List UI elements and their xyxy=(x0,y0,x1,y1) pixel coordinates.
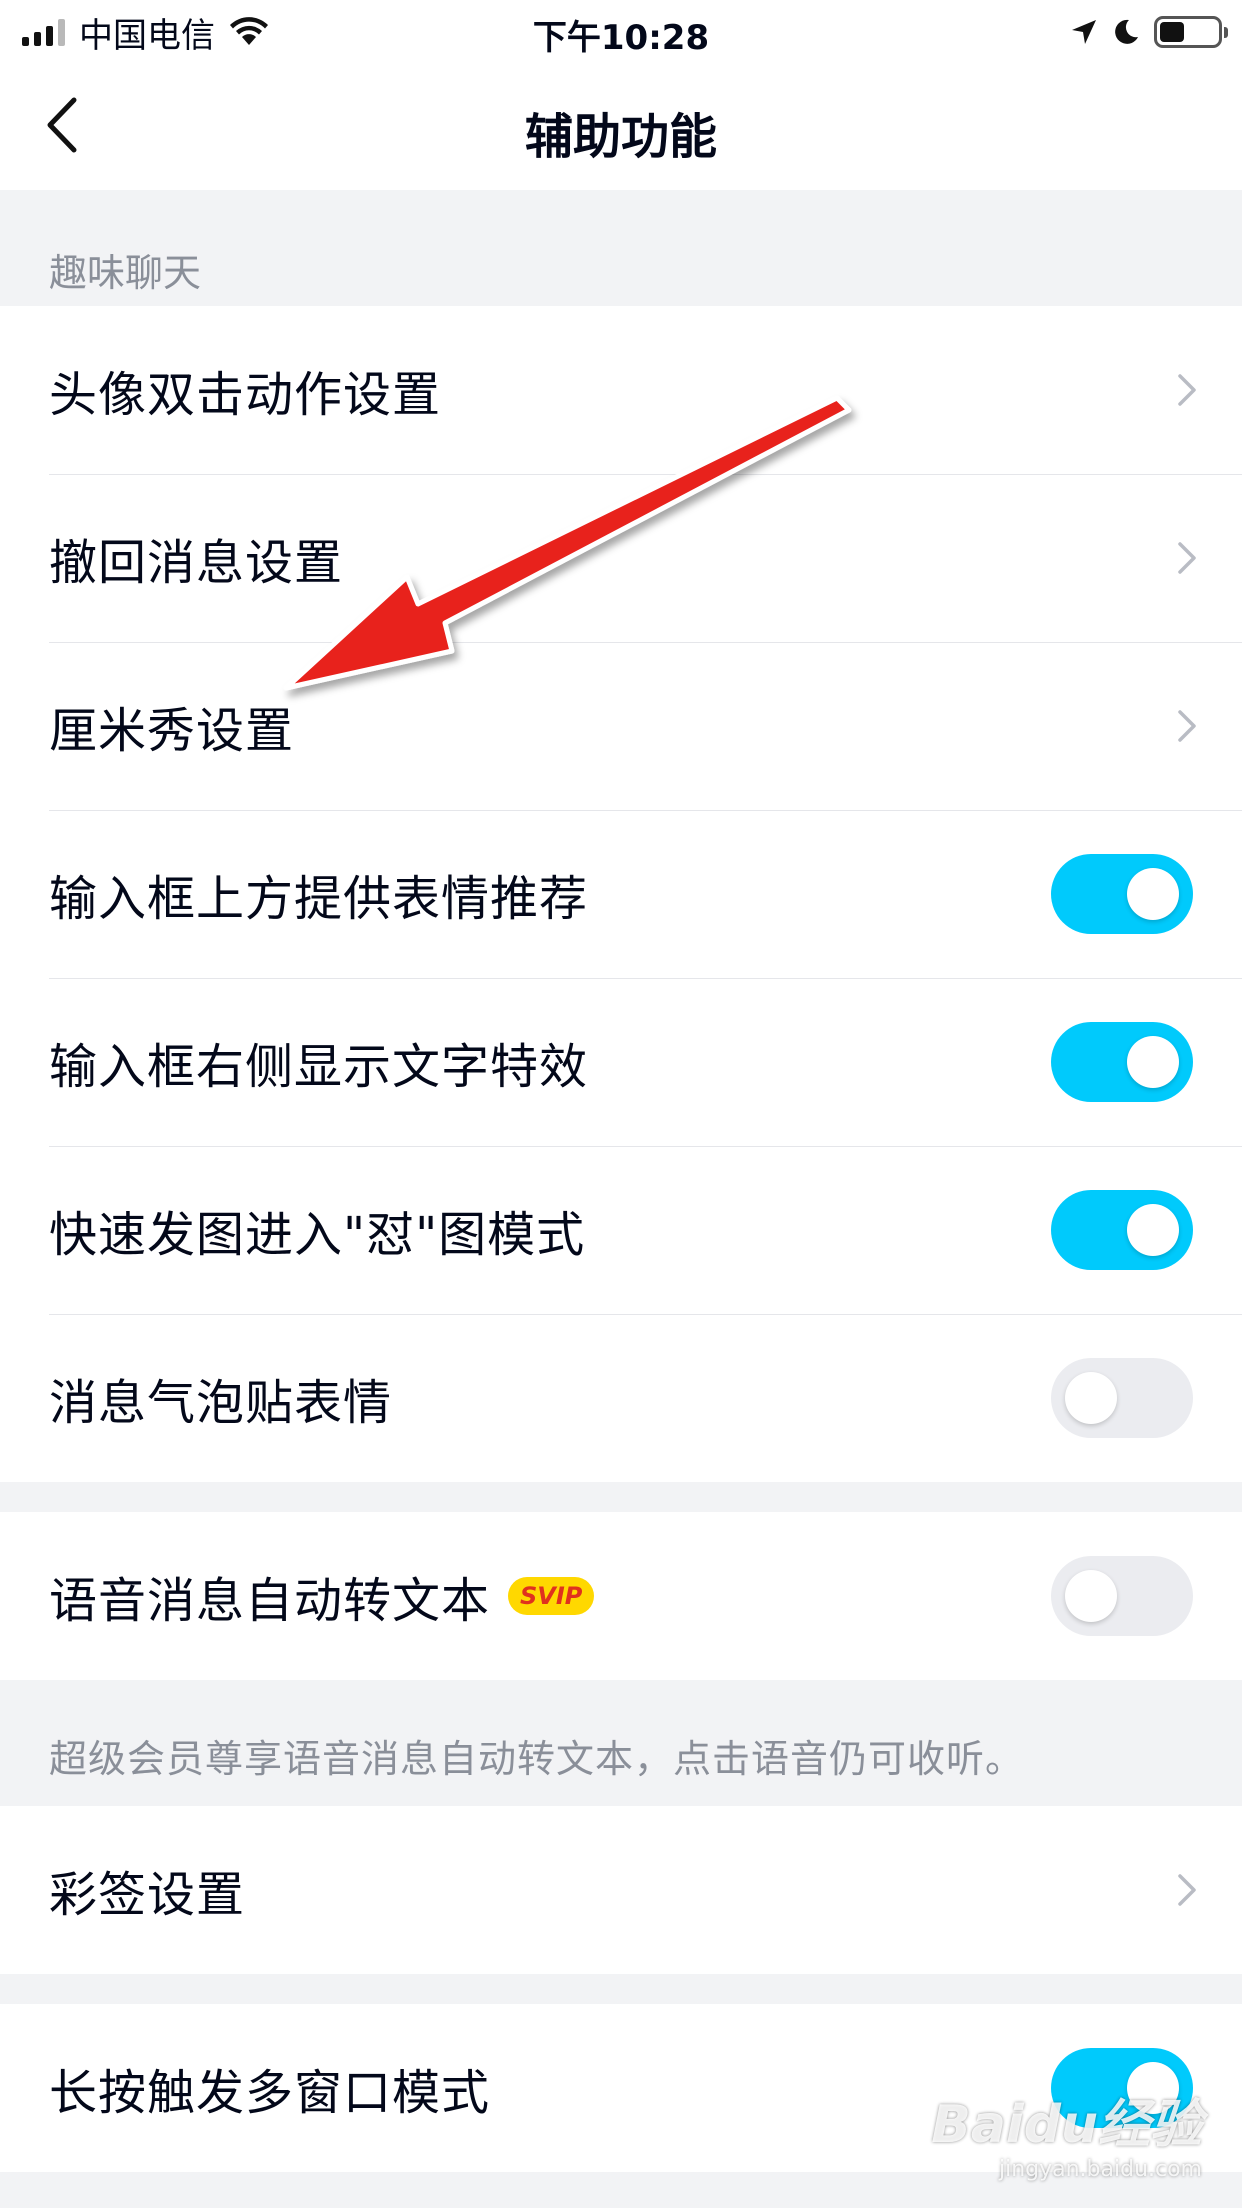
location-arrow-icon xyxy=(1072,20,1096,44)
row-text-effects: 输入框右侧显示文字特效 xyxy=(0,978,1242,1146)
row-recall-message[interactable]: 撤回消息设置 xyxy=(0,474,1242,642)
row-cmshow-settings[interactable]: 厘米秀设置 xyxy=(0,642,1242,810)
chevron-right-icon xyxy=(1178,1874,1196,1906)
row-voice-to-text: 语音消息自动转文本 SVIP xyxy=(0,1512,1242,1680)
moon-icon xyxy=(1115,19,1138,44)
row-label: 撤回消息设置 xyxy=(49,535,344,591)
fun-chat-group: 头像双击动作设置 撤回消息设置 厘米秀设置 输入框上方提供表情推荐 输入框右侧显… xyxy=(0,306,1242,1482)
watermark: Baidu经验 jingyan.baidu.com xyxy=(931,2082,1202,2182)
row-label: 头像双击动作设置 xyxy=(49,367,442,423)
row-label: 输入框上方提供表情推荐 xyxy=(49,871,589,927)
row-bubble-stickers: 消息气泡贴表情 xyxy=(0,1314,1242,1482)
voice-note: 超级会员尊享语音消息自动转文本，点击语音仍可收听。 xyxy=(49,1737,1025,1781)
voice-group: 语音消息自动转文本 SVIP xyxy=(0,1512,1242,1680)
row-label: 消息气泡贴表情 xyxy=(49,1375,393,1431)
row-label: 彩签设置 xyxy=(49,1867,246,1923)
row-color-tags[interactable]: 彩签设置 xyxy=(0,1806,1242,1974)
battery-icon xyxy=(1154,16,1228,48)
row-label: 语音消息自动转文本 xyxy=(49,1573,491,1629)
chevron-right-icon xyxy=(1178,542,1196,574)
svip-badge: SVIP xyxy=(508,1577,595,1615)
status-bar: 中国电信 下午10:28 xyxy=(0,0,1242,64)
status-time: 下午10:28 xyxy=(532,18,710,58)
row-label: 长按触发多窗口模式 xyxy=(49,2065,491,2121)
section-header-fun-chat: 趣味聊天 xyxy=(49,251,202,295)
row-label: 快速发图进入"怼"图模式 xyxy=(49,1207,586,1263)
page-title: 辅助功能 xyxy=(524,109,717,165)
toggle-quick-image-mode[interactable] xyxy=(1051,1190,1193,1270)
row-quick-image-mode: 快速发图进入"怼"图模式 xyxy=(0,1146,1242,1314)
toggle-voice-to-text[interactable] xyxy=(1051,1556,1193,1636)
tags-group: 彩签设置 xyxy=(0,1806,1242,1974)
watermark-logo: Baidu经验 xyxy=(931,2095,1202,2155)
status-right xyxy=(1070,12,1228,52)
chevron-right-icon xyxy=(1178,374,1196,406)
row-label: 厘米秀设置 xyxy=(49,703,295,759)
row-emoji-recommend: 输入框上方提供表情推荐 xyxy=(0,810,1242,978)
row-avatar-double-tap[interactable]: 头像双击动作设置 xyxy=(0,306,1242,474)
toggle-text-effects[interactable] xyxy=(1051,1022,1193,1102)
watermark-url: jingyan.baidu.com xyxy=(998,2157,1202,2182)
toggle-emoji-recommend[interactable] xyxy=(1051,854,1193,934)
navigation-bar: 辅助功能 xyxy=(0,64,1242,190)
row-label: 输入框右侧显示文字特效 xyxy=(49,1039,589,1095)
toggle-bubble-stickers[interactable] xyxy=(1051,1358,1193,1438)
chevron-right-icon xyxy=(1178,710,1196,742)
